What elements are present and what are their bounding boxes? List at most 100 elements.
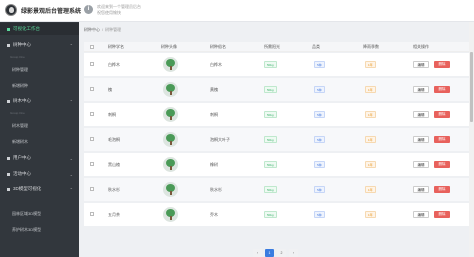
folder-icon	[7, 43, 10, 47]
row-checkbox[interactable]	[90, 212, 94, 216]
delete-button[interactable]: 删除	[434, 61, 450, 68]
delete-button[interactable]: 删除	[434, 111, 450, 118]
sunlight-tag: 50kg	[264, 136, 277, 143]
edit-button[interactable]: 编辑	[413, 111, 429, 118]
column-header: 品类	[312, 44, 320, 49]
pagination-page-2[interactable]: 2	[277, 249, 286, 257]
chevron-up-icon: ⌃	[69, 42, 73, 48]
sidebar-item-species-center[interactable]: 树种中心 ⌃	[0, 39, 79, 51]
edit-button[interactable]: 编辑	[413, 211, 429, 218]
breadcrumb-root[interactable]: 树种中心	[84, 27, 100, 32]
sidebar-item-tree-manage[interactable]: 树木管理	[0, 119, 79, 133]
row-checkbox[interactable]	[90, 62, 94, 66]
tree-avatar	[163, 57, 178, 72]
chevron-up-icon: ⌃	[69, 98, 73, 104]
sidebar-item-tree-add[interactable]: 新增树木	[0, 135, 79, 149]
pagination: ‹ 1 2 ›	[253, 249, 298, 257]
tree-trunk	[170, 116, 172, 120]
pagination-page-1[interactable]: 1	[265, 249, 274, 257]
category-tag: 5种	[314, 211, 325, 218]
sidebar: 可视化工作台 树种中心 ⌃ Group One 树种管理 新增树种 树木中心 ⌃…	[0, 22, 79, 257]
pagination-next[interactable]: ›	[289, 249, 298, 257]
cell-scientific-name: 秋水杉	[108, 187, 120, 192]
cell-common-name: 刺桐	[210, 112, 218, 117]
row-checkbox[interactable]	[90, 162, 94, 166]
top-bar: 绿影景观后台管理系统 i 欢迎来到一个管理员后台 祝您使用愉快	[0, 0, 474, 22]
edit-button[interactable]: 编辑	[413, 136, 429, 143]
column-header: 树种学名	[108, 44, 124, 49]
delete-button[interactable]: 删除	[434, 86, 450, 93]
info-icon[interactable]: i	[84, 5, 93, 14]
sidebar-group-title: Group One	[10, 55, 25, 59]
sunlight-tag: 50kg	[264, 86, 277, 93]
row-checkbox[interactable]	[90, 137, 94, 141]
breadcrumb-separator: /	[102, 27, 104, 32]
chevron-down-icon: ⌄	[69, 155, 73, 161]
cell-scientific-name: 白桦木	[108, 62, 120, 67]
activity-icon	[7, 172, 10, 176]
sidebar-item-label: 用户中心	[13, 155, 31, 160]
sidebar-item-garden-3d[interactable]: 园林区域3D模型	[0, 207, 79, 221]
table-row: 刺桐 刺桐 50kg 5种 1年 编辑 删除	[84, 103, 469, 126]
category-tag: 5种	[314, 161, 325, 168]
tree-trunk	[170, 91, 172, 95]
sunlight-tag: 50kg	[264, 161, 277, 168]
edit-button[interactable]: 编辑	[413, 61, 429, 68]
rain-tag: 1年	[365, 186, 376, 193]
sidebar-item-species-add[interactable]: 新增树种	[0, 79, 79, 93]
delete-button[interactable]: 删除	[434, 186, 450, 193]
table-row: 黑山楂 橡树 50kg 5种 1年 编辑 删除	[84, 153, 469, 176]
sidebar-item-user-center[interactable]: 用户中心 ⌄	[0, 152, 79, 164]
sidebar-item-tree-3d[interactable]: 养护树木3D模型	[0, 223, 79, 237]
sidebar-item-tree-center[interactable]: 树木中心 ⌃	[0, 95, 79, 107]
select-all-checkbox[interactable]	[90, 45, 94, 49]
table-row: 秋水杉 秋水杉 50kg 5种 1年 编辑 删除	[84, 178, 469, 201]
category-tag: 5种	[314, 61, 325, 68]
table-header: 树种学名 树种头像 树种俗名 所需阳光 品类 降雨季数 相关操作	[84, 42, 469, 52]
sidebar-item-label: 树木中心	[13, 98, 31, 103]
cell-common-name: 秋水杉	[210, 187, 222, 192]
tree-avatar	[163, 107, 178, 122]
row-checkbox[interactable]	[90, 112, 94, 116]
table-row: 白桦木 白桦木 50kg 5种 1年 编辑 删除	[84, 53, 469, 76]
sunlight-tag: 50kg	[264, 186, 277, 193]
tree-trunk	[170, 191, 172, 195]
rain-tag: 1年	[365, 136, 376, 143]
cell-scientific-name: 刺桐	[108, 112, 116, 117]
sidebar-item-activity-center[interactable]: 活动中心 ⌄	[0, 168, 79, 180]
edit-button[interactable]: 编辑	[413, 186, 429, 193]
column-header: 树种头像	[161, 44, 177, 49]
delete-button[interactable]: 删除	[434, 211, 450, 218]
column-header: 相关操作	[413, 44, 429, 49]
row-checkbox[interactable]	[90, 87, 94, 91]
sidebar-item-species-manage[interactable]: 树种管理	[0, 63, 79, 77]
column-header: 所需阳光	[264, 44, 280, 49]
rain-tag: 1年	[365, 211, 376, 218]
tree-avatar	[163, 82, 178, 97]
scrollbar[interactable]	[469, 22, 474, 257]
cell-common-name: 橡树	[210, 162, 218, 167]
header-hint-line2: 祝您使用愉快	[97, 10, 121, 15]
category-tag: 5种	[314, 136, 325, 143]
rain-tag: 1年	[365, 111, 376, 118]
column-header: 树种俗名	[210, 44, 226, 49]
pagination-prev[interactable]: ‹	[253, 249, 262, 257]
species-table: 树种学名 树种头像 树种俗名 所需阳光 品类 降雨季数 相关操作 白桦木 白桦木 5…	[84, 42, 469, 226]
sidebar-item-dashboard[interactable]: 可视化工作台	[0, 23, 79, 35]
cell-scientific-name: 五月茶	[108, 212, 120, 217]
delete-button[interactable]: 删除	[434, 136, 450, 143]
rain-tag: 1年	[365, 161, 376, 168]
tree-trunk	[170, 216, 172, 220]
delete-button[interactable]: 删除	[434, 161, 450, 168]
sidebar-item-label: 树种中心	[13, 42, 31, 47]
edit-button[interactable]: 编辑	[413, 86, 429, 93]
sidebar-item-label: 活动中心	[13, 171, 31, 176]
sidebar-item-label: 可视化工作台	[13, 26, 40, 31]
main-content: 树种中心 / 树种管理 树种学名 树种头像 树种俗名 所需阳光 品类 降雨季数 相关…	[79, 22, 474, 257]
edit-button[interactable]: 编辑	[413, 161, 429, 168]
sunlight-tag: 50kg	[264, 61, 277, 68]
row-checkbox[interactable]	[90, 187, 94, 191]
column-header: 降雨季数	[363, 44, 379, 49]
scrollbar-thumb[interactable]	[470, 52, 473, 122]
sidebar-item-3d-visual[interactable]: 3D模型可视化 ⌃	[0, 183, 79, 195]
